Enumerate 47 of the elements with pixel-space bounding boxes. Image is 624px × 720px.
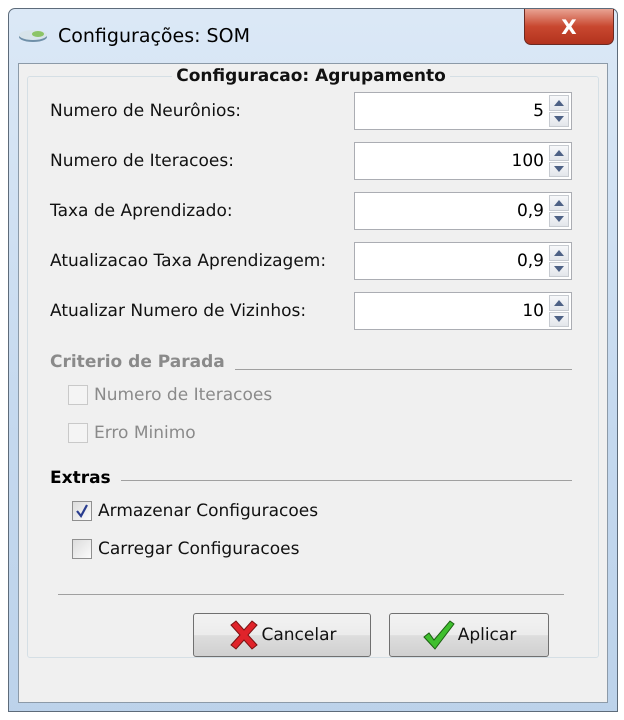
check-icon: [75, 504, 89, 518]
field-label: Numero de Neurônios:: [50, 101, 242, 121]
down-arrow-icon: [554, 316, 564, 322]
spin-down-button[interactable]: [549, 212, 569, 227]
spin-down-button[interactable]: [549, 112, 569, 127]
spin-field[interactable]: 100: [354, 142, 572, 180]
spin-up-button[interactable]: [549, 295, 569, 310]
close-button[interactable]: X: [524, 9, 614, 45]
checkbox-label: Erro Minimo: [94, 423, 196, 443]
section-title: Criterio de Parada: [50, 352, 225, 372]
spin-field[interactable]: 0,9: [354, 192, 572, 230]
apply-button[interactable]: Aplicar: [389, 613, 549, 657]
section-title: Extras: [50, 468, 111, 488]
field-label: Taxa de Aprendizado:: [50, 201, 233, 221]
cancel-button[interactable]: Cancelar: [193, 613, 371, 657]
up-arrow-icon: [554, 100, 564, 106]
check-icon: [422, 619, 456, 651]
checkbox-label: Carregar Configuracoes: [98, 539, 300, 559]
window-title: Configurações: SOM: [58, 25, 250, 47]
checkbox[interactable]: [72, 539, 92, 559]
field-label: Numero de Iteracoes:: [50, 151, 234, 171]
down-arrow-icon: [554, 166, 564, 172]
spin-field[interactable]: 10: [354, 292, 572, 330]
spin-down-button[interactable]: [549, 162, 569, 177]
group-title: Configuracao: Agrupamento: [172, 66, 450, 86]
spin-down-button[interactable]: [549, 312, 569, 327]
down-arrow-icon: [554, 216, 564, 222]
checkbox-label: Armazenar Configuracoes: [98, 501, 318, 521]
spin-up-button[interactable]: [549, 195, 569, 210]
spin-up-button[interactable]: [549, 245, 569, 260]
up-arrow-icon: [554, 200, 564, 206]
cross-icon: [228, 620, 260, 650]
down-arrow-icon: [554, 266, 564, 272]
field-label: Atualizacao Taxa Aprendizagem:: [50, 251, 326, 271]
up-arrow-icon: [554, 300, 564, 306]
up-arrow-icon: [554, 250, 564, 256]
spin-up-button[interactable]: [549, 95, 569, 110]
spin-field[interactable]: 5: [354, 92, 572, 130]
spin-up-button[interactable]: [549, 145, 569, 160]
checkbox[interactable]: [72, 501, 92, 521]
up-arrow-icon: [554, 150, 564, 156]
spin-down-button[interactable]: [549, 262, 569, 277]
spin-field[interactable]: 0,9: [354, 242, 572, 280]
down-arrow-icon: [554, 116, 564, 122]
disc-icon: [18, 29, 48, 43]
field-label: Atualizar Numero de Vizinhos:: [50, 301, 306, 321]
checkbox-label: Numero de Iteracoes: [94, 385, 272, 405]
